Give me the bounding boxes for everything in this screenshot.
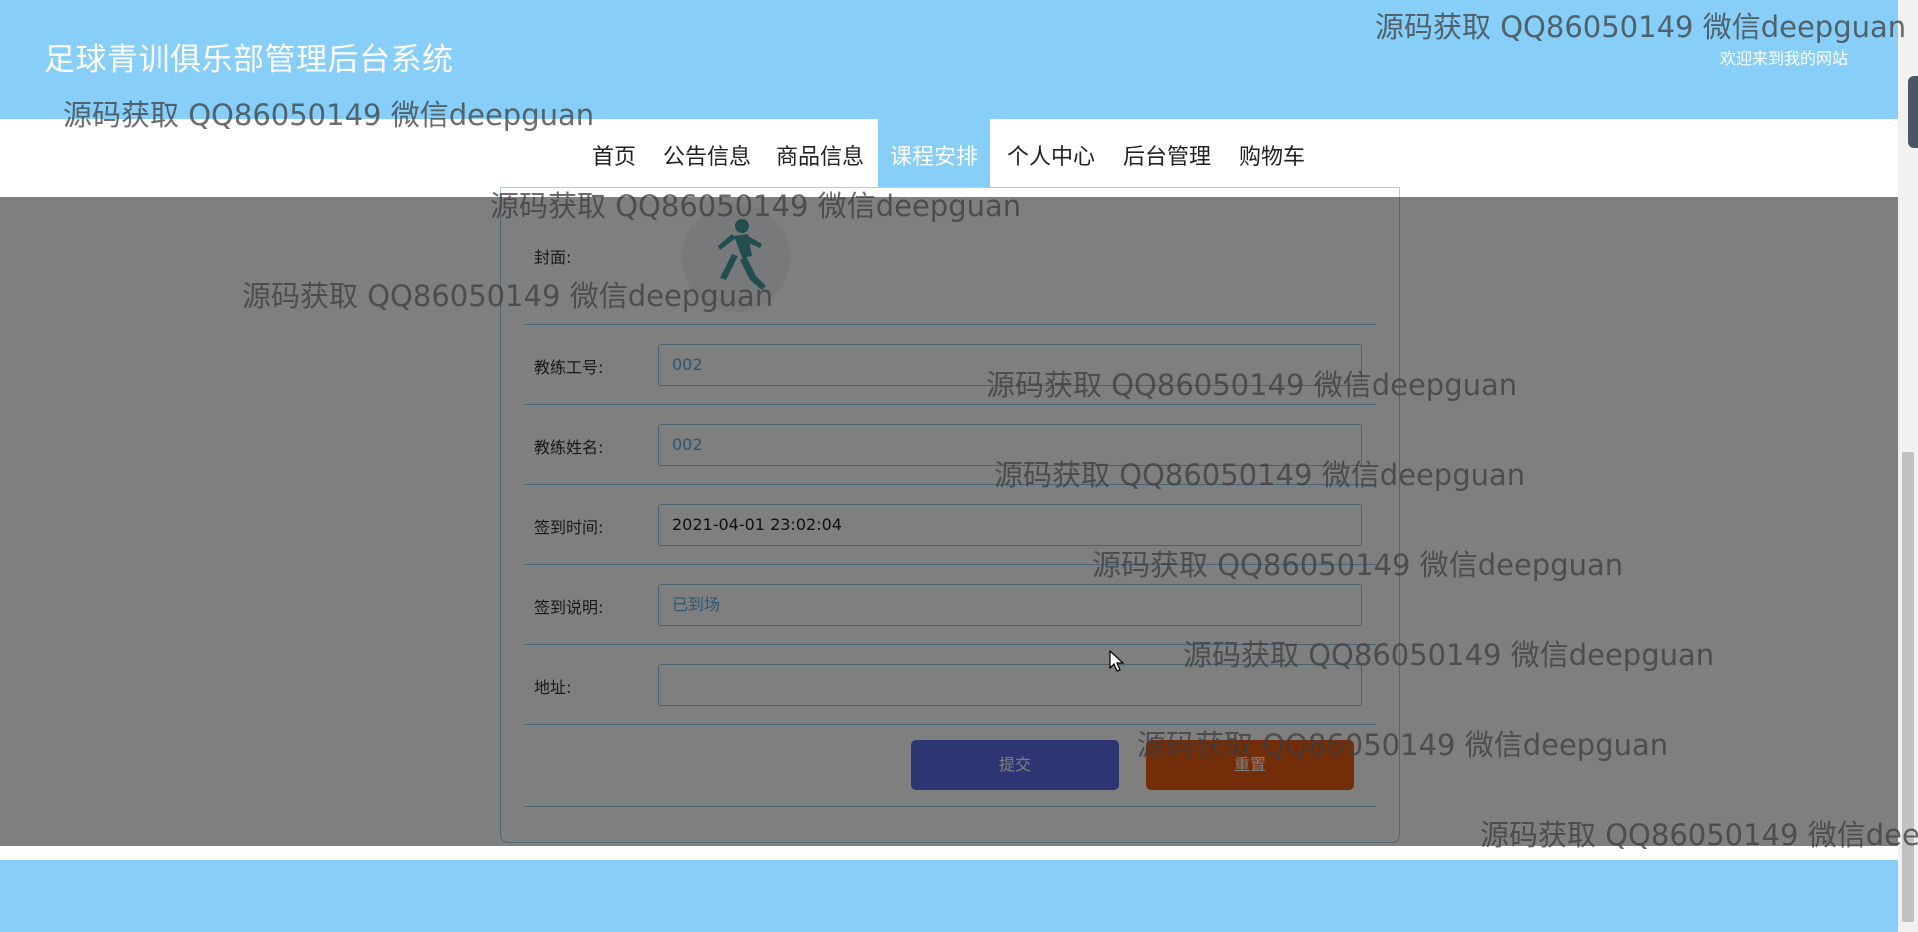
nav-products[interactable]: 商品信息	[764, 119, 876, 197]
modal-overlay	[0, 197, 1898, 846]
welcome-text: 欢迎来到我的网站	[1720, 49, 1849, 68]
mouse-cursor-icon	[1109, 650, 1125, 672]
nav-admin[interactable]: 后台管理	[1111, 119, 1223, 197]
scrollbar-thumb[interactable]	[1902, 452, 1914, 922]
site-title: 足球青训俱乐部管理后台系统	[44, 42, 454, 78]
nav-cart[interactable]: 购物车	[1227, 119, 1317, 197]
site-footer	[0, 860, 1898, 932]
nav-course-schedule[interactable]: 课程安排	[878, 119, 991, 197]
main-nav: 首页 公告信息 商品信息 课程安排 个人中心 后台管理 购物车	[0, 119, 1898, 197]
side-widget-handle[interactable]	[1908, 76, 1918, 148]
site-header: 足球青训俱乐部管理后台系统 欢迎来到我的网站	[0, 0, 1898, 119]
page-scrollbar[interactable]	[1898, 0, 1918, 932]
nav-announcements[interactable]: 公告信息	[651, 119, 763, 197]
nav-home[interactable]: 首页	[580, 119, 648, 197]
nav-personal-center[interactable]: 个人中心	[995, 119, 1107, 197]
